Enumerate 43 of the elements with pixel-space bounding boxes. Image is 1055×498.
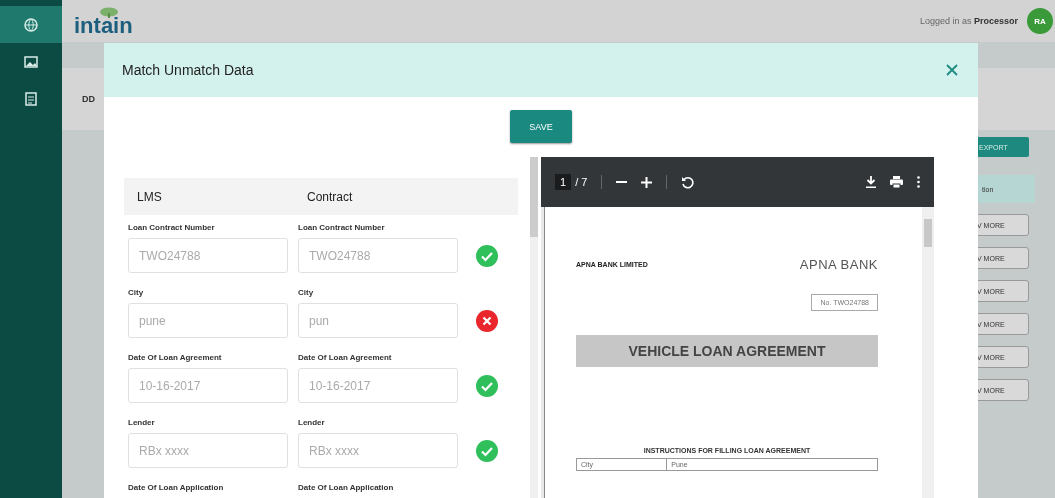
globe-icon: [24, 17, 38, 32]
input-field[interactable]: 10-16-2017: [298, 368, 458, 403]
input-field[interactable]: RBx xxxx: [298, 433, 458, 468]
avatar[interactable]: RA: [1027, 8, 1053, 34]
sidebar-item[interactable]: [0, 6, 62, 43]
modal-title: Match Unmatch Data: [122, 62, 254, 78]
field-label: Date Of Loan Agreement: [128, 353, 223, 364]
scrollbar-thumb[interactable]: [924, 219, 932, 247]
leaf-icon: [98, 6, 119, 18]
bank-logo-text: APNA BANK: [799, 257, 878, 272]
print-icon[interactable]: [890, 176, 903, 188]
logo: intain: [74, 15, 133, 36]
close-icon[interactable]: [946, 64, 958, 76]
page-number-field[interactable]: 1: [555, 174, 572, 190]
zoom-in-icon[interactable]: [641, 176, 653, 188]
more-icon[interactable]: [917, 176, 920, 188]
field-label: Date Of Loan Agreement: [298, 353, 393, 364]
page-count: / 7: [575, 176, 588, 188]
input-field[interactable]: RBx xxxx: [128, 433, 288, 468]
download-icon[interactable]: [866, 176, 876, 188]
field-label: Loan Contract Number: [298, 223, 386, 234]
rotate-icon[interactable]: [681, 175, 695, 189]
field-label: City: [298, 288, 315, 299]
input-field[interactable]: 10-16-2017: [128, 368, 288, 403]
field-label: City: [128, 288, 145, 299]
input-field[interactable]: pun: [298, 303, 458, 338]
input-field[interactable]: TWO24788: [128, 238, 288, 273]
breadcrumb: DD: [82, 94, 95, 104]
document-icon: [25, 91, 37, 106]
column-heading: LMS: [137, 189, 163, 204]
scrollbar-thumb[interactable]: [530, 157, 538, 237]
field-label: Loan Contract Number: [128, 223, 216, 234]
field-label: Lender: [128, 418, 156, 429]
field-label: Date Of Loan Application: [128, 483, 225, 494]
document-title: VEHICLE LOAN AGREEMENT: [576, 335, 878, 367]
save-button[interactable]: SAVE: [510, 110, 572, 143]
column-heading: Contract: [307, 189, 354, 204]
field-label: Date Of Loan Application: [298, 483, 395, 494]
input-field[interactable]: pune: [128, 303, 288, 338]
field-label: Lender: [298, 418, 326, 429]
user-status: Logged in as Processor: [919, 16, 1018, 26]
input-field[interactable]: TWO24788: [298, 238, 458, 273]
image-icon: [24, 55, 38, 68]
